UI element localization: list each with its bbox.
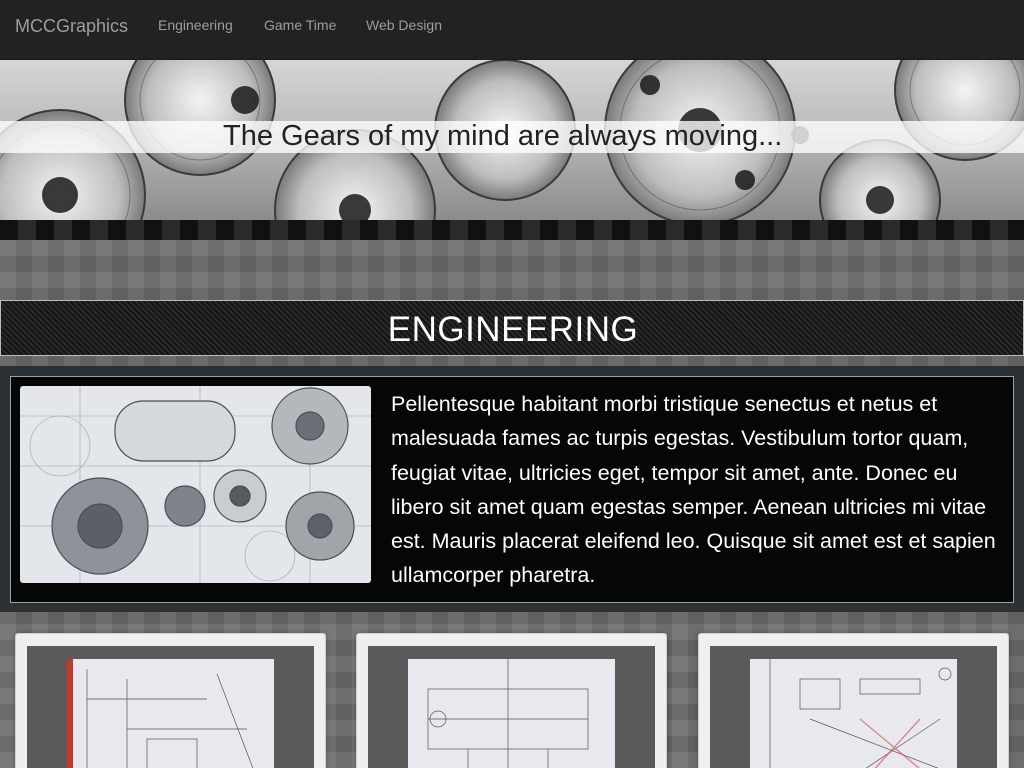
blueprint-drawing-image	[408, 659, 615, 768]
nav-link-web-design[interactable]: Web Design	[366, 17, 442, 33]
top-navbar: MCCGraphics Engineering Game Time Web De…	[0, 0, 1024, 60]
thumbnail-frame	[710, 646, 997, 768]
blueprint-drawing-image	[67, 659, 274, 768]
hero-banner: The Gears of my mind are always moving..…	[0, 60, 1024, 220]
brand-link[interactable]: MCCGraphics	[15, 16, 128, 37]
nav-link-engineering[interactable]: Engineering	[158, 17, 233, 33]
feature-section: Pellentesque habitant morbi tristique se…	[0, 366, 1024, 612]
hero-tagline: The Gears of my mind are always moving..…	[223, 120, 783, 152]
thumbnail-card-3[interactable]	[698, 633, 1009, 768]
thumbnail-frame	[27, 646, 314, 768]
nav-link-game-time[interactable]: Game Time	[264, 17, 336, 33]
section-title: ENGINEERING	[387, 310, 639, 349]
thumbnail-card-1[interactable]	[15, 633, 326, 768]
feature-paragraph: Pellentesque habitant morbi tristique se…	[391, 392, 996, 588]
hero-divider	[0, 220, 1024, 240]
thumbnail-card-2[interactable]	[356, 633, 667, 768]
blueprint-drawing-image	[750, 659, 957, 768]
feature-panel: Pellentesque habitant morbi tristique se…	[10, 376, 1014, 603]
thumbnail-frame	[368, 646, 655, 768]
section-header: ENGINEERING	[0, 300, 1024, 356]
gears-blueprint-image	[20, 386, 371, 583]
